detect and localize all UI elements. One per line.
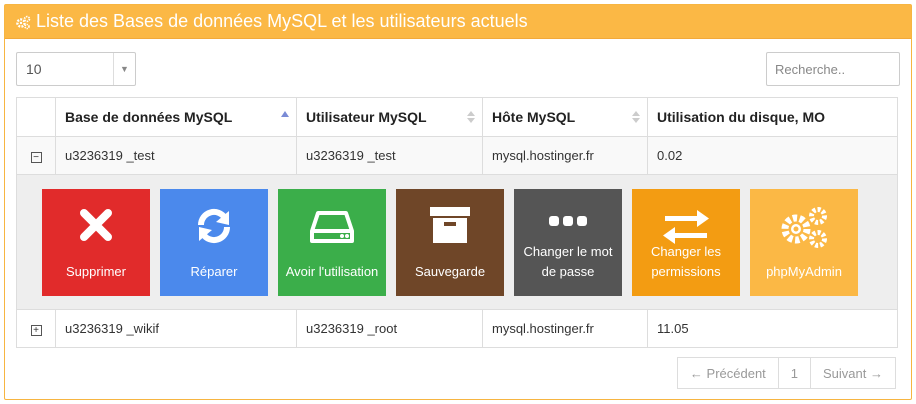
swap-arrows-icon bbox=[632, 209, 740, 245]
pagination: ← Précédent 1 Suivant → bbox=[676, 357, 896, 389]
page-size-select[interactable]: 10 ▼ bbox=[16, 52, 136, 86]
panel-title: Liste des Bases de données MySQL et les … bbox=[36, 11, 528, 31]
actions-bar: Supprimer Réparer Avoir l'utilisation Sa… bbox=[17, 188, 897, 296]
backup-label: Sauvegarde bbox=[414, 263, 486, 279]
delete-button[interactable]: Supprimer bbox=[42, 188, 150, 296]
sort-icon[interactable] bbox=[467, 109, 475, 125]
column-header-label: Utilisateur MySQL bbox=[306, 109, 427, 125]
disk-usage-cell: 11.05 bbox=[647, 309, 898, 348]
table-row[interactable]: − u3236319 _test u3236319 _test mysql.ho… bbox=[16, 136, 898, 175]
column-header-toggle bbox=[16, 97, 56, 137]
expand-icon[interactable]: + bbox=[30, 325, 42, 337]
change-permissions-button[interactable]: Changer les permissions bbox=[632, 188, 740, 296]
column-header-label: Utilisation du disque, MO bbox=[657, 109, 825, 125]
sort-asc-icon[interactable] bbox=[281, 109, 289, 125]
phpmyadmin-button[interactable]: phpMyAdmin bbox=[750, 188, 858, 296]
phpmyadmin-label: phpMyAdmin bbox=[766, 263, 842, 279]
password-dots-icon bbox=[514, 215, 622, 227]
change-permissions-label: Changer les permissions bbox=[650, 243, 722, 279]
row-toggle-cell: + bbox=[16, 309, 56, 348]
table-header-row: Base de données MySQL Utilisateur MySQL … bbox=[16, 97, 898, 137]
databases-panel: Liste des Bases de données MySQL et les … bbox=[4, 4, 912, 400]
current-page[interactable]: 1 bbox=[778, 357, 812, 389]
next-page-button[interactable]: Suivant → bbox=[811, 357, 896, 389]
gears-icon bbox=[15, 14, 31, 30]
hard-drive-icon bbox=[278, 205, 386, 245]
previous-page-button[interactable]: ← Précédent bbox=[676, 357, 779, 389]
host-cell: mysql.hostinger.fr bbox=[482, 309, 648, 348]
repair-label: Réparer bbox=[190, 263, 238, 279]
database-cell: u3236319 _wikif bbox=[55, 309, 297, 348]
column-header-label: Hôte MySQL bbox=[492, 109, 576, 125]
change-password-label: Changer le mot de passe bbox=[523, 243, 613, 279]
table-row[interactable]: + u3236319 _wikif u3236319 _root mysql.h… bbox=[16, 309, 898, 348]
page-size-value: 10 bbox=[26, 61, 42, 77]
user-cell: u3236319 _test bbox=[296, 136, 483, 175]
disk-usage-cell: 0.02 bbox=[647, 136, 898, 175]
chevron-down-icon[interactable]: ▼ bbox=[113, 53, 135, 85]
search-input[interactable] bbox=[766, 52, 900, 86]
database-cell: u3236319 _test bbox=[55, 136, 297, 175]
archive-box-icon bbox=[396, 205, 504, 245]
change-password-button[interactable]: Changer le mot de passe bbox=[514, 188, 622, 296]
column-header-disk-usage[interactable]: Utilisation du disque, MO bbox=[647, 97, 898, 137]
column-header-host[interactable]: Hôte MySQL bbox=[482, 97, 648, 137]
actions-cell: Supprimer Réparer Avoir l'utilisation Sa… bbox=[16, 174, 898, 310]
refresh-icon bbox=[160, 205, 268, 247]
usage-button[interactable]: Avoir l'utilisation bbox=[278, 188, 386, 296]
usage-label: Avoir l'utilisation bbox=[285, 263, 379, 279]
column-header-database[interactable]: Base de données MySQL bbox=[55, 97, 297, 137]
panel-heading: Liste des Bases de données MySQL et les … bbox=[5, 5, 911, 39]
backup-button[interactable]: Sauvegarde bbox=[396, 188, 504, 296]
user-cell: u3236319 _root bbox=[296, 309, 483, 348]
column-header-user[interactable]: Utilisateur MySQL bbox=[296, 97, 483, 137]
row-actions: Supprimer Réparer Avoir l'utilisation Sa… bbox=[16, 174, 898, 310]
databases-table: Base de données MySQL Utilisateur MySQL … bbox=[16, 97, 898, 348]
host-cell: mysql.hostinger.fr bbox=[482, 136, 648, 175]
table-toolbar: 10 ▼ bbox=[16, 52, 900, 88]
delete-label: Supprimer bbox=[66, 263, 126, 279]
repair-button[interactable]: Réparer bbox=[160, 188, 268, 296]
row-toggle-cell: − bbox=[16, 136, 56, 175]
sort-icon[interactable] bbox=[632, 109, 640, 125]
gears-icon bbox=[750, 205, 858, 251]
column-header-label: Base de données MySQL bbox=[65, 109, 233, 125]
close-icon bbox=[42, 205, 150, 245]
collapse-icon[interactable]: − bbox=[30, 152, 42, 164]
